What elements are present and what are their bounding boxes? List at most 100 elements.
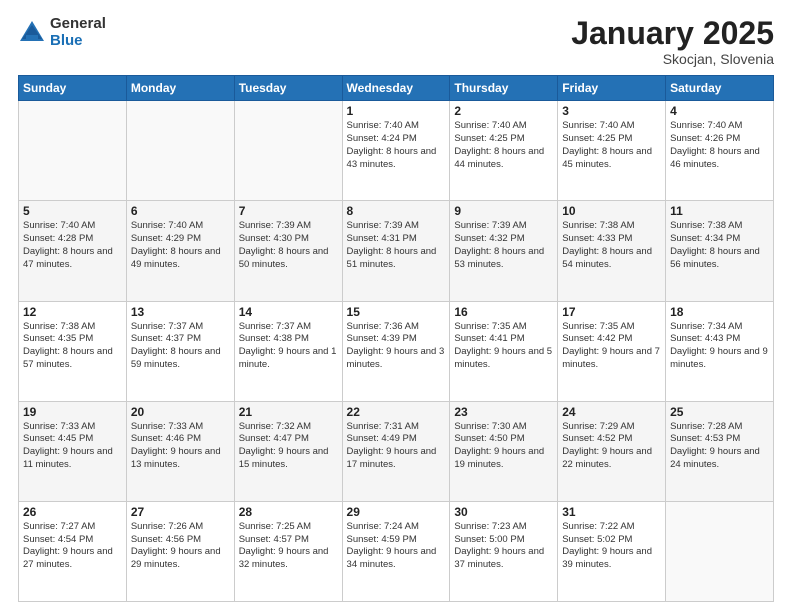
calendar-day-cell: 29 Sunrise: 7:24 AM Sunset: 4:59 PM Dayli… bbox=[342, 501, 450, 601]
calendar-day-cell: 15 Sunrise: 7:36 AM Sunset: 4:39 PM Dayli… bbox=[342, 301, 450, 401]
day-info: Sunrise: 7:33 AM Sunset: 4:45 PM Dayligh… bbox=[23, 421, 122, 472]
day-info: Sunrise: 7:38 AM Sunset: 4:33 PM Dayligh… bbox=[562, 220, 661, 271]
day-info: Sunrise: 7:40 AM Sunset: 4:28 PM Dayligh… bbox=[23, 220, 122, 271]
logo-icon bbox=[18, 19, 46, 47]
day-number: 25 bbox=[670, 405, 769, 419]
calendar-day-cell: 31Sunrise: 7:22 AM Sunset: 5:02 PM Dayli… bbox=[558, 501, 666, 601]
day-info: Sunrise: 7:31 AM Sunset: 4:49 PM Dayligh… bbox=[347, 421, 446, 472]
day-info: Sunrise: 7:39 AM Sunset: 4:32 PM Dayligh… bbox=[454, 220, 553, 271]
day-info: Sunrise: 7:24 AM Sunset: 4:59 PM Dayligh… bbox=[347, 521, 446, 572]
calendar-day-cell: 21 Sunrise: 7:32 AM Sunset: 4:47 PM Dayli… bbox=[234, 401, 342, 501]
calendar-day-cell: 28Sunrise: 7:25 AM Sunset: 4:57 PM Dayli… bbox=[234, 501, 342, 601]
day-number: 4 bbox=[670, 104, 769, 118]
day-info: Sunrise: 7:39 AM Sunset: 4:31 PM Dayligh… bbox=[347, 220, 446, 271]
calendar-day-cell: 11 Sunrise: 7:38 AM Sunset: 4:34 PM Dayli… bbox=[666, 201, 774, 301]
day-number: 6 bbox=[131, 204, 230, 218]
day-number: 3 bbox=[562, 104, 661, 118]
day-info: Sunrise: 7:40 AM Sunset: 4:25 PM Dayligh… bbox=[562, 120, 661, 171]
header: General Blue January 2025 Skocjan, Slove… bbox=[18, 16, 774, 67]
day-number: 26 bbox=[23, 505, 122, 519]
day-info: Sunrise: 7:39 AM Sunset: 4:30 PM Dayligh… bbox=[239, 220, 338, 271]
day-number: 5 bbox=[23, 204, 122, 218]
day-number: 7 bbox=[239, 204, 338, 218]
calendar-day-cell: 13 Sunrise: 7:37 AM Sunset: 4:37 PM Dayli… bbox=[126, 301, 234, 401]
day-number: 18 bbox=[670, 305, 769, 319]
calendar-day-cell: 24 Sunrise: 7:29 AM Sunset: 4:52 PM Dayli… bbox=[558, 401, 666, 501]
day-number: 28 bbox=[239, 505, 338, 519]
calendar-day-cell: 23 Sunrise: 7:30 AM Sunset: 4:50 PM Dayli… bbox=[450, 401, 558, 501]
day-number: 2 bbox=[454, 104, 553, 118]
day-number: 12 bbox=[23, 305, 122, 319]
page: General Blue January 2025 Skocjan, Slove… bbox=[0, 0, 792, 612]
day-info: Sunrise: 7:35 AM Sunset: 4:42 PM Dayligh… bbox=[562, 321, 661, 372]
logo-text: General Blue bbox=[50, 16, 106, 49]
calendar-day-cell bbox=[666, 501, 774, 601]
day-number: 10 bbox=[562, 204, 661, 218]
day-number: 8 bbox=[347, 204, 446, 218]
calendar-day-cell: 7 Sunrise: 7:39 AM Sunset: 4:30 PM Daylig… bbox=[234, 201, 342, 301]
day-number: 1 bbox=[347, 104, 446, 118]
day-info: Sunrise: 7:26 AM Sunset: 4:56 PM Dayligh… bbox=[131, 521, 230, 572]
calendar-day-cell: 17 Sunrise: 7:35 AM Sunset: 4:42 PM Dayli… bbox=[558, 301, 666, 401]
calendar-day-cell: 9 Sunrise: 7:39 AM Sunset: 4:32 PM Daylig… bbox=[450, 201, 558, 301]
day-number: 13 bbox=[131, 305, 230, 319]
day-info: Sunrise: 7:40 AM Sunset: 4:29 PM Dayligh… bbox=[131, 220, 230, 271]
calendar-week-row: 5 Sunrise: 7:40 AM Sunset: 4:28 PM Daylig… bbox=[19, 201, 774, 301]
calendar-day-cell bbox=[234, 101, 342, 201]
day-info: Sunrise: 7:40 AM Sunset: 4:24 PM Dayligh… bbox=[347, 120, 446, 171]
weekday-header: Monday bbox=[126, 76, 234, 101]
calendar-day-cell: 6 Sunrise: 7:40 AM Sunset: 4:29 PM Daylig… bbox=[126, 201, 234, 301]
weekday-header: Sunday bbox=[19, 76, 127, 101]
day-info: Sunrise: 7:37 AM Sunset: 4:37 PM Dayligh… bbox=[131, 321, 230, 372]
day-number: 24 bbox=[562, 405, 661, 419]
day-info: Sunrise: 7:37 AM Sunset: 4:38 PM Dayligh… bbox=[239, 321, 338, 372]
weekday-header: Wednesday bbox=[342, 76, 450, 101]
day-info: Sunrise: 7:23 AM Sunset: 5:00 PM Dayligh… bbox=[454, 521, 553, 572]
day-number: 15 bbox=[347, 305, 446, 319]
calendar-week-row: 12Sunrise: 7:38 AM Sunset: 4:35 PM Dayli… bbox=[19, 301, 774, 401]
day-number: 21 bbox=[239, 405, 338, 419]
logo: General Blue bbox=[18, 16, 106, 49]
day-info: Sunrise: 7:33 AM Sunset: 4:46 PM Dayligh… bbox=[131, 421, 230, 472]
day-info: Sunrise: 7:35 AM Sunset: 4:41 PM Dayligh… bbox=[454, 321, 553, 372]
day-info: Sunrise: 7:29 AM Sunset: 4:52 PM Dayligh… bbox=[562, 421, 661, 472]
calendar-week-row: 19Sunrise: 7:33 AM Sunset: 4:45 PM Dayli… bbox=[19, 401, 774, 501]
day-info: Sunrise: 7:32 AM Sunset: 4:47 PM Dayligh… bbox=[239, 421, 338, 472]
calendar-day-cell: 1 Sunrise: 7:40 AM Sunset: 4:24 PM Daylig… bbox=[342, 101, 450, 201]
day-info: Sunrise: 7:40 AM Sunset: 4:25 PM Dayligh… bbox=[454, 120, 553, 171]
day-number: 11 bbox=[670, 204, 769, 218]
calendar-day-cell: 20Sunrise: 7:33 AM Sunset: 4:46 PM Dayli… bbox=[126, 401, 234, 501]
logo-general-text: General bbox=[50, 16, 106, 33]
day-number: 9 bbox=[454, 204, 553, 218]
day-info: Sunrise: 7:36 AM Sunset: 4:39 PM Dayligh… bbox=[347, 321, 446, 372]
calendar-day-cell: 25Sunrise: 7:28 AM Sunset: 4:53 PM Dayli… bbox=[666, 401, 774, 501]
calendar-day-cell bbox=[19, 101, 127, 201]
day-number: 29 bbox=[347, 505, 446, 519]
day-number: 22 bbox=[347, 405, 446, 419]
location-subtitle: Skocjan, Slovenia bbox=[571, 51, 774, 67]
calendar-day-cell: 2 Sunrise: 7:40 AM Sunset: 4:25 PM Daylig… bbox=[450, 101, 558, 201]
day-number: 31 bbox=[562, 505, 661, 519]
day-info: Sunrise: 7:34 AM Sunset: 4:43 PM Dayligh… bbox=[670, 321, 769, 372]
calendar-day-cell: 18 Sunrise: 7:34 AM Sunset: 4:43 PM Dayli… bbox=[666, 301, 774, 401]
calendar-week-row: 26Sunrise: 7:27 AM Sunset: 4:54 PM Dayli… bbox=[19, 501, 774, 601]
calendar-day-cell: 10 Sunrise: 7:38 AM Sunset: 4:33 PM Dayli… bbox=[558, 201, 666, 301]
calendar-day-cell: 16Sunrise: 7:35 AM Sunset: 4:41 PM Dayli… bbox=[450, 301, 558, 401]
weekday-header: Thursday bbox=[450, 76, 558, 101]
calendar-day-cell: 27 Sunrise: 7:26 AM Sunset: 4:56 PM Dayli… bbox=[126, 501, 234, 601]
weekday-header: Saturday bbox=[666, 76, 774, 101]
day-info: Sunrise: 7:30 AM Sunset: 4:50 PM Dayligh… bbox=[454, 421, 553, 472]
title-block: January 2025 Skocjan, Slovenia bbox=[571, 16, 774, 67]
day-number: 17 bbox=[562, 305, 661, 319]
calendar-day-cell: 14Sunrise: 7:37 AM Sunset: 4:38 PM Dayli… bbox=[234, 301, 342, 401]
weekday-header: Tuesday bbox=[234, 76, 342, 101]
calendar-day-cell: 3 Sunrise: 7:40 AM Sunset: 4:25 PM Daylig… bbox=[558, 101, 666, 201]
day-number: 23 bbox=[454, 405, 553, 419]
calendar-day-cell: 30 Sunrise: 7:23 AM Sunset: 5:00 PM Dayli… bbox=[450, 501, 558, 601]
day-number: 30 bbox=[454, 505, 553, 519]
calendar-day-cell bbox=[126, 101, 234, 201]
day-number: 27 bbox=[131, 505, 230, 519]
day-info: Sunrise: 7:38 AM Sunset: 4:34 PM Dayligh… bbox=[670, 220, 769, 271]
logo-blue-text: Blue bbox=[50, 33, 106, 50]
calendar-day-cell: 8 Sunrise: 7:39 AM Sunset: 4:31 PM Daylig… bbox=[342, 201, 450, 301]
